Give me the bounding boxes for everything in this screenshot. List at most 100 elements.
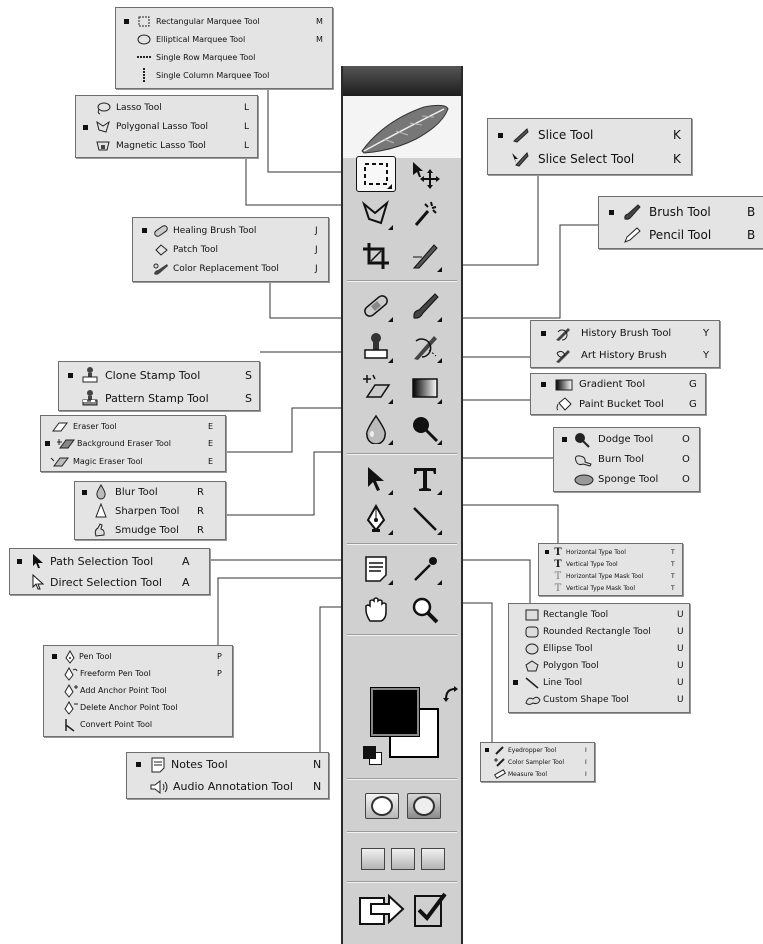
flyout-item-background-eraser[interactable]: Background Eraser Tool E <box>41 435 225 452</box>
flyout-item-elliptical-marquee[interactable]: Elliptical Marquee Tool M <box>116 31 332 47</box>
flyout-item-polygon[interactable]: Polygon Tool U <box>509 657 689 674</box>
slice-tool[interactable] <box>405 238 445 274</box>
eraser-tool[interactable] <box>356 370 396 406</box>
flyout-item-dodge[interactable]: Dodge Tool O <box>554 430 699 449</box>
marquee-flyout: Rectangular Marquee Tool M Elliptical Ma… <box>115 7 333 89</box>
flyout-item-key: U <box>677 660 684 671</box>
brush-tool[interactable] <box>405 288 445 324</box>
dodge-tool[interactable] <box>405 411 445 447</box>
flyout-item-measure[interactable]: Measure Tool I <box>481 768 594 780</box>
flyout-item-single-row-marquee[interactable]: Single Row Marquee Tool <box>116 49 332 65</box>
full-screen-menu-mode-button[interactable] <box>391 848 415 870</box>
path-selection-tool[interactable] <box>356 461 396 497</box>
flyout-item-polygonal-lasso[interactable]: Polygonal Lasso Tool L <box>76 118 257 136</box>
single-column-marquee-icon <box>136 68 152 82</box>
flyout-item-color-sampler[interactable]: Color Sampler Tool I <box>481 756 594 768</box>
flyout-item-lasso[interactable]: Lasso Tool L <box>76 99 257 117</box>
checkmark-document-icon[interactable] <box>409 890 449 930</box>
full-screen-mode-button[interactable] <box>421 848 445 870</box>
flyout-item-eraser[interactable]: Eraser Tool E <box>41 418 225 435</box>
flyout-item-single-column-marquee[interactable]: Single Column Marquee Tool <box>116 67 332 83</box>
blur-icon <box>91 484 111 500</box>
quick-mask-mode-button[interactable] <box>407 793 441 819</box>
history-brush-tool[interactable] <box>405 329 445 365</box>
flyout-item-delete-anchor-point[interactable]: Delete Anchor Point Tool <box>44 699 232 716</box>
toolbox-title-bar[interactable] <box>343 66 461 96</box>
feather-logo[interactable] <box>343 96 461 158</box>
flyout-item-label: Sponge Tool <box>598 474 659 485</box>
flyout-item-clone-stamp[interactable]: Clone Stamp Tool S <box>59 364 259 386</box>
flyout-item-key: N <box>313 780 322 793</box>
notes-tool[interactable] <box>356 551 396 587</box>
flyout-item-vertical-type[interactable]: T Vertical Type Tool T <box>539 558 682 570</box>
line-tool[interactable] <box>405 501 445 537</box>
flyout-item-color-replacement[interactable]: Color Replacement Tool J <box>133 259 328 278</box>
healing-brush-tool[interactable] <box>356 288 396 324</box>
flyout-item-rectangle[interactable]: Rectangle Tool U <box>509 606 689 623</box>
flyout-item-horizontal-type[interactable]: T Horizontal Type Tool T <box>539 546 682 558</box>
hand-tool[interactable] <box>356 592 396 628</box>
flyout-item-horizontal-type-mask[interactable]: T Horizontal Type Mask Tool T <box>539 570 682 582</box>
flyout-item-rounded-rectangle[interactable]: Rounded Rectangle Tool U <box>509 623 689 640</box>
flyout-item-paint-bucket[interactable]: Paint Bucket Tool G <box>531 395 705 414</box>
jump-to-imageready-icon[interactable] <box>357 890 405 930</box>
flyout-item-sharpen[interactable]: Sharpen Tool R <box>75 502 225 520</box>
flyout-item-gradient[interactable]: Gradient Tool G <box>531 375 705 394</box>
flyout-item-label: Clone Stamp Tool <box>105 368 201 382</box>
rect-marquee-tool[interactable] <box>356 156 396 192</box>
blur-tool[interactable] <box>356 411 396 447</box>
move-tool[interactable] <box>405 156 445 192</box>
zoom-tool[interactable] <box>405 592 445 628</box>
flyout-item-label: Audio Annotation Tool <box>173 780 293 793</box>
clone-stamp-tool[interactable] <box>356 329 396 365</box>
flyout-item-eyedropper[interactable]: Eyedropper Tool I <box>481 744 594 756</box>
flyout-item-blur[interactable]: Blur Tool R <box>75 483 225 501</box>
flyout-item-key: K <box>673 128 681 142</box>
lasso-tool[interactable] <box>356 196 396 232</box>
flyout-item-pencil[interactable]: Pencil Tool B <box>599 223 763 247</box>
flyout-item-rectangular-marquee[interactable]: Rectangular Marquee Tool M <box>116 13 332 29</box>
flyout-item-magnetic-lasso[interactable]: Magnetic Lasso Tool L <box>76 137 257 155</box>
foreground-color-swatch[interactable] <box>370 687 420 737</box>
flyout-item-patch[interactable]: Patch Tool J <box>133 240 328 259</box>
flyout-item-vertical-type-mask[interactable]: T Vertical Type Mask Tool T <box>539 582 682 594</box>
flyout-item-brush[interactable]: Brush Tool B <box>599 200 763 224</box>
gradient-tool[interactable] <box>405 370 445 406</box>
magic-wand-tool[interactable] <box>405 196 445 232</box>
flyout-item-art-history-brush[interactable]: Art History Brush Y <box>531 345 719 366</box>
flyout-item-slice[interactable]: Slice Tool K <box>488 123 691 147</box>
flyout-item-label: Magic Eraser Tool <box>73 457 143 466</box>
standard-mode-button[interactable] <box>365 793 399 819</box>
flyout-item-burn[interactable]: Burn Tool O <box>554 450 699 469</box>
default-colors-icon[interactable] <box>363 746 382 765</box>
eyedropper-tool[interactable] <box>405 551 445 587</box>
flyout-item-path-selection[interactable]: Path Selection Tool A <box>10 551 209 571</box>
flyout-item-key: O <box>682 434 690 445</box>
flyout-item-convert-point[interactable]: Convert Point Tool <box>44 716 232 733</box>
flyout-item-magic-eraser[interactable]: Magic Eraser Tool E <box>41 453 225 470</box>
flyout-item-healing-brush[interactable]: Healing Brush Tool J <box>133 221 328 240</box>
flyout-item-ellipse[interactable]: Ellipse Tool U <box>509 640 689 657</box>
flyout-item-direct-selection[interactable]: Direct Selection Tool A <box>10 572 209 592</box>
flyout-item-add-anchor-point[interactable]: Add Anchor Point Tool <box>44 682 232 699</box>
flyout-item-smudge[interactable]: Smudge Tool R <box>75 521 225 539</box>
flyout-item-custom-shape[interactable]: Custom Shape Tool U <box>509 691 689 709</box>
flyout-item-audio-annotation[interactable]: Audio Annotation Tool N <box>127 776 328 797</box>
pen-tool[interactable] <box>356 501 396 537</box>
flyout-item-pattern-stamp[interactable]: Pattern Stamp Tool S <box>59 387 259 409</box>
background-eraser-icon <box>55 437 77 451</box>
flyout-item-notes[interactable]: Notes Tool N <box>127 754 328 775</box>
flyout-item-freeform-pen[interactable]: Freeform Pen Tool P <box>44 665 232 682</box>
flyout-item-label: Custom Shape Tool <box>543 695 629 705</box>
type-tool[interactable] <box>405 461 445 497</box>
standard-screen-mode-button[interactable] <box>361 848 385 870</box>
flyout-item-sponge[interactable]: Sponge Tool O <box>554 470 699 489</box>
flyout-item-line[interactable]: Line Tool U <box>509 674 689 691</box>
flyout-item-pen[interactable]: Pen Tool P <box>44 648 232 665</box>
crop-tool[interactable] <box>356 238 396 274</box>
sharpen-icon <box>91 503 111 519</box>
flyout-item-history-brush[interactable]: History Brush Tool Y <box>531 323 719 344</box>
flyout-item-label: Measure Tool <box>508 770 548 778</box>
swap-colors-icon[interactable] <box>443 686 459 702</box>
flyout-item-slice-select[interactable]: Slice Select Tool K <box>488 147 691 171</box>
